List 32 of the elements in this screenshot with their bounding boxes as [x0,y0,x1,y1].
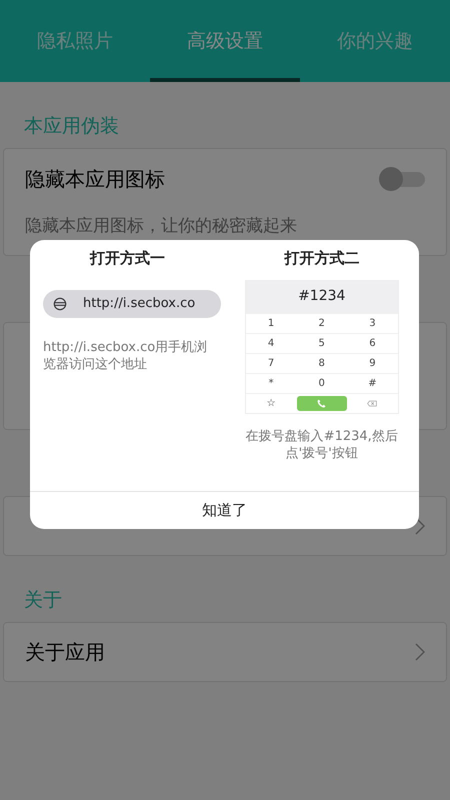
dial-key[interactable]: 8 [296,352,348,372]
dial-key[interactable]: 5 [296,332,348,352]
toggle-switch[interactable] [379,167,425,192]
setting-description: 隐藏本应用图标，让你的秘密藏起来 [25,215,298,238]
dial-key[interactable]: * [246,372,296,392]
url-text: http://i.secbox.co [83,294,196,313]
globe-icon [53,296,67,310]
method-title: 打开方式一 [90,248,165,269]
dial-key[interactable]: 4 [246,332,296,352]
dial-key[interactable]: 6 [347,332,398,352]
dial-key[interactable]: 7 [246,352,296,372]
method-title: 打开方式二 [284,248,360,269]
dial-key[interactable]: 3 [347,312,398,332]
dial-key[interactable]: 9 [347,352,398,372]
chevron-icon [415,643,425,661]
chevron-icon [415,517,425,535]
call-button[interactable] [296,396,347,410]
instruction-text: 在拨号盘输入#1234,然后点'拨号'按钮 [244,428,399,462]
confirm-button[interactable]: 知道了 [30,491,419,529]
section-title: 关于 [24,588,62,612]
setting-title: 关于应用 [25,639,105,666]
instruction-text: http://i.secbox.co用手机浏览器访问这个地址 [43,338,208,372]
phone-icon [317,398,326,408]
setting-title: 隐藏本应用图标 [25,166,165,194]
dial-display: #1234 [246,280,398,312]
dial-key[interactable]: # [347,372,398,392]
backspace-icon[interactable] [367,400,378,406]
dial-key[interactable]: ☆ [246,392,296,412]
dial-key[interactable]: 0 [296,372,348,392]
dial-key[interactable]: 2 [296,312,348,332]
dial-key[interactable]: 1 [246,312,296,332]
section-title: 本应用伪装 [24,114,119,138]
